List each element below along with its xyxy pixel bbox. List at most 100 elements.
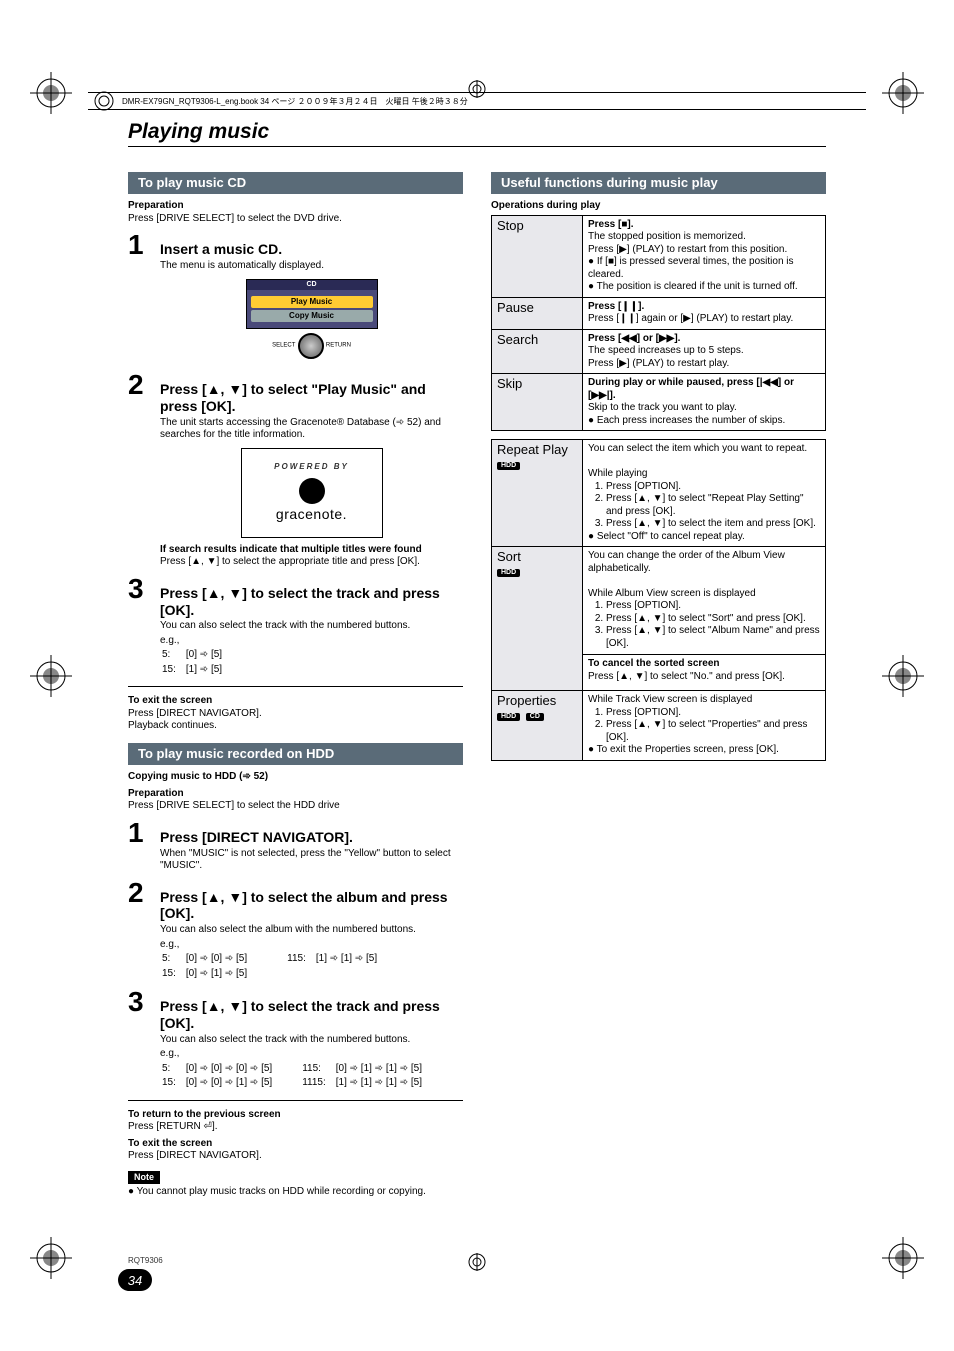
eg-key: 5: [162, 1063, 184, 1076]
multiple-titles-note-heading: If search results indicate that multiple… [160, 544, 463, 557]
row-body: Press [◀◀] or [▶▶]. The speed increases … [583, 329, 826, 374]
registration-mark-icon [30, 72, 72, 114]
note-badge: Note [128, 1171, 160, 1184]
gracenote-figure: POWERED BY gracenote. [241, 448, 383, 538]
exit-text: Playback continues. [128, 720, 463, 733]
divider [128, 1100, 463, 1101]
eg-value: [1] ➾ [5] [186, 664, 230, 677]
dial-icon [298, 333, 324, 359]
eg-table: 5:[0] ➾ [0] ➾ [0] ➾ [5] 115:[0] ➾ [1] ➾ … [160, 1061, 432, 1092]
step-number: 2 [128, 879, 150, 907]
row-label: Properties HDD CD [492, 691, 583, 761]
rqt-code: RQT9306 [128, 1256, 163, 1265]
step-title: Press [▲, ▼] to select "Play Music" and … [160, 381, 463, 415]
eg-label: e.g., [160, 1048, 463, 1061]
table-row: Sort HDD You can change the order of the… [492, 547, 826, 691]
eg-value: [1] ➾ [1] ➾ [5] [316, 953, 385, 966]
eg-value: [0] ➾ [0] ➾ [1] ➾ [5] [186, 1077, 280, 1090]
row-body: Press [■]. The stopped position is memor… [583, 215, 826, 297]
return-text: Press [RETURN ⏎]. [128, 1121, 463, 1134]
row-label: Stop [492, 215, 583, 297]
step-title: Press [DIRECT NAVIGATOR]. [160, 829, 463, 846]
exit-heading: To exit the screen [128, 695, 463, 708]
hdd-chip: HDD [497, 462, 520, 470]
cd-menu-figure: CD Play Music Copy Music [246, 279, 378, 330]
step-subtext: The menu is automatically displayed. [160, 260, 463, 273]
preparation-heading: Preparation [128, 788, 463, 801]
content-columns: To play music CD Preparation Press [DRIV… [128, 172, 826, 1291]
eg-table: 5:[0] ➾ [5] 15:[1] ➾ [5] [160, 647, 232, 678]
row-label: Search [492, 329, 583, 374]
step-1: 1 Insert a music CD. The menu is automat… [128, 231, 463, 365]
cd-menu-item: Play Music [251, 296, 373, 308]
hdd-chip: HDD [497, 713, 520, 721]
step-title: Insert a music CD. [160, 241, 463, 258]
hdd-step-2: 2 Press [▲, ▼] to select the album and p… [128, 879, 463, 983]
registration-mark-icon [30, 655, 72, 697]
gracenote-powered-by: POWERED BY [274, 462, 349, 472]
eg-key: 15: [162, 1077, 184, 1090]
hdd-step-1: 1 Press [DIRECT NAVIGATOR]. When "MUSIC"… [128, 819, 463, 873]
note-text: ● You cannot play music tracks on HDD wh… [128, 1186, 463, 1199]
spine-mark-icon [94, 91, 114, 111]
eg-key: 1115: [302, 1077, 334, 1090]
step-number: 1 [128, 231, 150, 259]
step-title: Press [▲, ▼] to select the track and pre… [160, 585, 463, 619]
cd-chip: CD [526, 713, 544, 721]
manual-page: DMR-EX79GN_RQT9306-L_eng.book 34 ページ ２００… [0, 0, 954, 1351]
cd-menu-header: CD [247, 280, 377, 291]
eg-value: [1] ➾ [1] ➾ [1] ➾ [5] [336, 1077, 430, 1090]
eg-label: e.g., [160, 635, 463, 648]
step-2: 2 Press [▲, ▼] to select "Play Music" an… [128, 371, 463, 569]
registration-mark-icon [30, 1237, 72, 1279]
step-number: 3 [128, 575, 150, 603]
eg-key: 15: [162, 968, 184, 981]
table-row: Search Press [◀◀] or [▶▶]. The speed inc… [492, 329, 826, 374]
exit-heading: To exit the screen [128, 1138, 463, 1151]
left-column: To play music CD Preparation Press [DRIV… [128, 172, 463, 1291]
operations-table: Stop Press [■]. The stopped position is … [491, 215, 826, 432]
spine-mark-icon [462, 80, 492, 98]
step-number: 1 [128, 819, 150, 847]
step-subtext: You can also select the track with the n… [160, 620, 463, 633]
step-subtext: The unit starts accessing the Gracenote®… [160, 417, 463, 442]
eg-key: 115: [287, 953, 314, 966]
eg-table: 5:[0] ➾ [0] ➾ [5] 115:[1] ➾ [1] ➾ [5] 15… [160, 951, 387, 982]
row-body: During play or while paused, press [|◀◀]… [583, 374, 826, 431]
section-heading: Useful functions during music play [491, 172, 826, 194]
section-heading: To play music recorded on HDD [128, 743, 463, 765]
step-title: Press [▲, ▼] to select the track and pre… [160, 998, 463, 1032]
table-row: Repeat Play HDD You can select the item … [492, 440, 826, 547]
cd-menu-item: Copy Music [251, 310, 373, 322]
return-label: RETURN [326, 343, 351, 349]
header-strip-text: DMR-EX79GN_RQT9306-L_eng.book 34 ページ ２００… [122, 96, 468, 107]
row-body: While Track View screen is displayed Pre… [583, 691, 826, 761]
section-heading: To play music CD [128, 172, 463, 194]
hdd-chip: HDD [497, 569, 520, 577]
step-subtext: When "MUSIC" is not selected, press the … [160, 848, 463, 873]
eg-value: [0] ➾ [1] ➾ [5] [186, 968, 255, 981]
gracenote-dot-icon [299, 478, 325, 504]
step-title: Press [▲, ▼] to select the album and pre… [160, 889, 463, 923]
operations-heading: Operations during play [491, 200, 826, 213]
multiple-titles-note-text: Press [▲, ▼] to select the appropriate t… [160, 556, 463, 569]
step-subtext: You can also select the album with the n… [160, 924, 463, 937]
table-row: Skip During play or while paused, press … [492, 374, 826, 431]
preparation-text: Press [DRIVE SELECT] to select the DVD d… [128, 213, 463, 226]
row-label: Repeat Play HDD [492, 440, 583, 547]
eg-value: [0] ➾ [0] ➾ [5] [186, 953, 255, 966]
table-row: Pause Press [❙❙]. Press [❙❙] again or [▶… [492, 297, 826, 329]
eg-value: [0] ➾ [0] ➾ [0] ➾ [5] [186, 1063, 280, 1076]
page-title: Playing music [128, 120, 826, 147]
preparation-text: Press [DRIVE SELECT] to select the HDD d… [128, 800, 463, 813]
row-body: Press [❙❙]. Press [❙❙] again or [▶] (PLA… [583, 297, 826, 329]
row-label: Skip [492, 374, 583, 431]
return-heading: To return to the previous screen [128, 1109, 463, 1122]
select-dial-figure: SELECT RETURN [160, 333, 463, 359]
exit-text: Press [DIRECT NAVIGATOR]. [128, 708, 463, 721]
eg-label: e.g., [160, 939, 463, 952]
step-3: 3 Press [▲, ▼] to select the track and p… [128, 575, 463, 679]
select-label: SELECT [272, 343, 295, 349]
page-number-badge: 34 [118, 1269, 152, 1291]
preparation-heading: Preparation [128, 200, 463, 213]
